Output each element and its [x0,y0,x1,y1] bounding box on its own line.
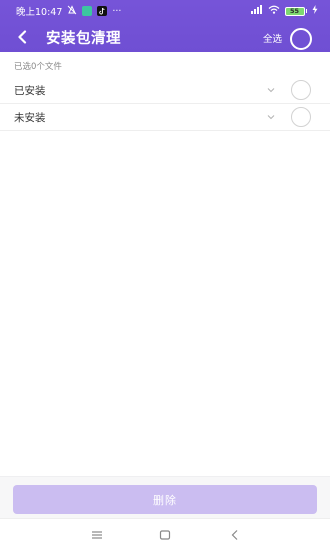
group-radio[interactable] [291,107,311,127]
group-radio[interactable] [291,80,311,100]
arrow-left-icon [18,30,27,44]
selected-count: 已选0个文件 [14,62,62,72]
shield-app-icon [82,6,93,16]
group-label: 未安装 [14,111,46,124]
wifi-icon [268,5,280,17]
status-time: 晚上10:47 [16,7,63,18]
group-row-not-installed[interactable]: 未安装 [0,104,330,131]
select-all-label[interactable]: 全选 [263,31,282,45]
status-bar: 晚上10:47 ··· 55 [0,0,330,22]
back-nav-icon[interactable] [228,528,242,542]
app-header: 晚上10:47 ··· 55 安装包清理 全选 [0,0,330,52]
tiktok-icon [97,6,108,16]
charging-icon [312,5,318,17]
more-notifications: ··· [112,5,122,17]
signal-icon [250,5,263,17]
chevron-down-icon[interactable] [266,85,276,95]
battery-icon: 55 [284,6,307,16]
menu-icon[interactable] [90,528,104,542]
group-row-installed[interactable]: 已安装 [0,77,330,104]
back-button[interactable] [4,22,40,52]
chevron-down-icon[interactable] [266,112,276,122]
home-icon[interactable] [158,528,172,542]
alarm-icon [67,4,77,18]
group-label: 已安装 [14,84,46,97]
system-navigation-bar [0,518,330,550]
battery-level: 55 [284,6,305,16]
delete-button[interactable]: 删除 [13,485,317,514]
select-all-radio[interactable] [290,28,312,50]
bottom-action-bar: 删除 [0,476,330,518]
page-title: 安装包清理 [46,30,121,47]
